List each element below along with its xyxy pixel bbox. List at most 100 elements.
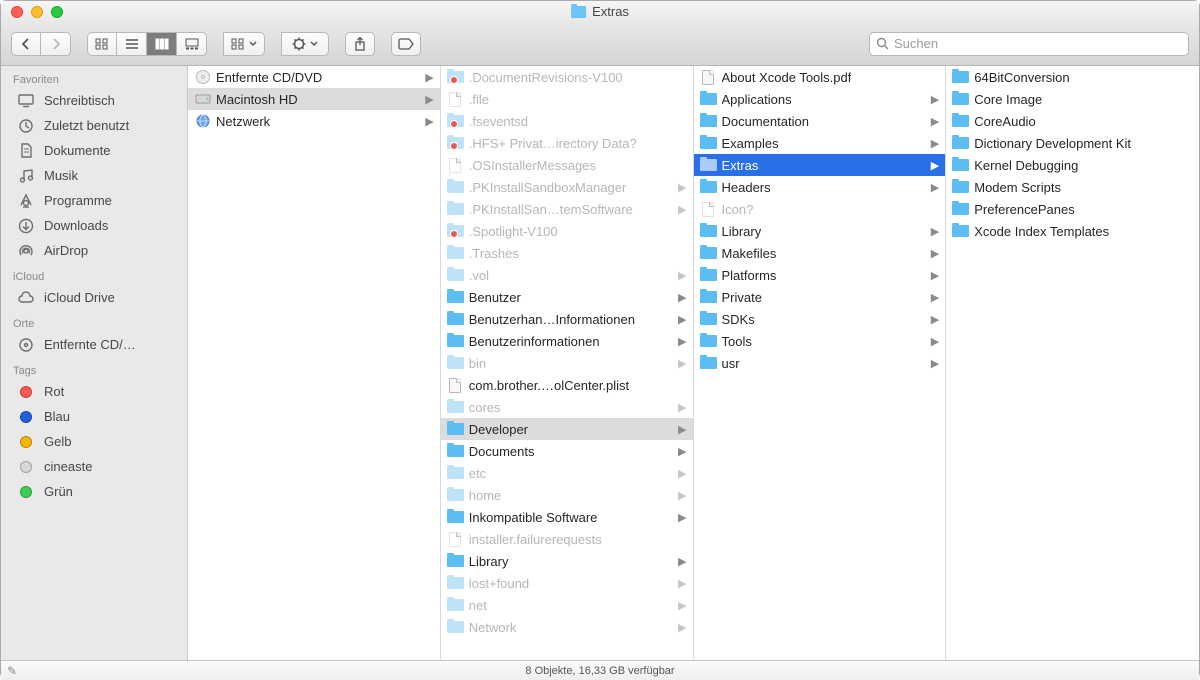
column-view-button[interactable]	[147, 32, 177, 56]
list-item[interactable]: com.brother.…olCenter.plist	[441, 374, 693, 396]
list-item[interactable]: .DocumentRevisions-V100	[441, 66, 693, 88]
sidebar-item[interactable]: iCloud Drive	[1, 285, 187, 310]
icon-view-button[interactable]	[87, 32, 117, 56]
sidebar-item-label: Musik	[44, 168, 78, 183]
list-item[interactable]: Kernel Debugging	[946, 154, 1199, 176]
status-text: 8 Objekte, 16,33 GB verfügbar	[525, 665, 674, 677]
list-item[interactable]: Library▶	[441, 550, 693, 572]
folder-icon	[447, 334, 464, 348]
minimize-icon[interactable]	[31, 6, 43, 18]
list-item[interactable]: CoreAudio	[946, 110, 1199, 132]
forward-button[interactable]	[41, 32, 71, 56]
list-item[interactable]: .HFS+ Privat…irectory Data?	[441, 132, 693, 154]
list-item[interactable]: .Trashes	[441, 242, 693, 264]
list-item[interactable]: Applications▶	[694, 88, 946, 110]
edit-icon[interactable]: ✎	[7, 664, 17, 678]
list-item[interactable]: Documentation▶	[694, 110, 946, 132]
group-button[interactable]	[223, 32, 265, 56]
share-button[interactable]	[345, 32, 375, 56]
folder-icon	[447, 576, 464, 590]
list-item[interactable]: Xcode Index Templates	[946, 220, 1199, 242]
gallery-view-button[interactable]	[177, 32, 207, 56]
chevron-right-icon: ▶	[931, 313, 939, 326]
tag-icon	[17, 385, 34, 399]
list-item[interactable]: Developer▶	[441, 418, 693, 440]
list-item[interactable]: Inkompatible Software▶	[441, 506, 693, 528]
title-text: Extras	[592, 4, 629, 19]
list-item[interactable]: Benutzerinformationen▶	[441, 330, 693, 352]
list-item[interactable]: Headers▶	[694, 176, 946, 198]
list-item[interactable]: Core Image	[946, 88, 1199, 110]
item-label: Icon?	[722, 202, 754, 217]
list-item[interactable]: etc▶	[441, 462, 693, 484]
sidebar-item-label: Gelb	[44, 434, 71, 449]
item-label: .Spotlight-V100	[469, 224, 558, 239]
chevron-right-icon: ▶	[678, 313, 686, 326]
sidebar-item[interactable]: Downloads	[1, 213, 187, 238]
sidebar-item[interactable]: cineaste	[1, 454, 187, 479]
back-button[interactable]	[11, 32, 41, 56]
sidebar-item[interactable]: Zuletzt benutzt	[1, 113, 187, 138]
list-item[interactable]: .OSInstallerMessages	[441, 154, 693, 176]
list-item[interactable]: net▶	[441, 594, 693, 616]
list-item[interactable]: Network▶	[441, 616, 693, 638]
disc-icon	[17, 338, 34, 352]
list-item[interactable]: Platforms▶	[694, 264, 946, 286]
list-item[interactable]: About Xcode Tools.pdf	[694, 66, 946, 88]
close-icon[interactable]	[11, 6, 23, 18]
list-item[interactable]: Benutzerhan…Informationen▶	[441, 308, 693, 330]
list-item[interactable]: Entfernte CD/DVD▶	[188, 66, 440, 88]
list-item[interactable]: lost+found▶	[441, 572, 693, 594]
list-item[interactable]: Library▶	[694, 220, 946, 242]
item-label: .fseventsd	[469, 114, 528, 129]
list-view-button[interactable]	[117, 32, 147, 56]
list-item[interactable]: .PKInstallSan…temSoftware▶	[441, 198, 693, 220]
sidebar-item[interactable]: Grün	[1, 479, 187, 504]
list-item[interactable]: .PKInstallSandboxManager▶	[441, 176, 693, 198]
list-item[interactable]: Benutzer▶	[441, 286, 693, 308]
sidebar-item[interactable]: Gelb	[1, 429, 187, 454]
list-item[interactable]: .file	[441, 88, 693, 110]
list-item[interactable]: Documents▶	[441, 440, 693, 462]
list-item[interactable]: Tools▶	[694, 330, 946, 352]
sidebar-item[interactable]: Entfernte CD/…	[1, 332, 187, 357]
sidebar-item[interactable]: Dokumente	[1, 138, 187, 163]
item-label: Library	[469, 554, 509, 569]
sidebar-item[interactable]: Blau	[1, 404, 187, 429]
column: Entfernte CD/DVD▶Macintosh HD▶Netzwerk▶	[188, 66, 441, 660]
list-item[interactable]: Netzwerk▶	[188, 110, 440, 132]
list-item[interactable]: .fseventsd	[441, 110, 693, 132]
sidebar-item[interactable]: Programme	[1, 188, 187, 213]
list-item[interactable]: Makefiles▶	[694, 242, 946, 264]
list-item[interactable]: cores▶	[441, 396, 693, 418]
list-item[interactable]: PreferencePanes	[946, 198, 1199, 220]
list-item[interactable]: Modem Scripts	[946, 176, 1199, 198]
sidebar-item[interactable]: Rot	[1, 379, 187, 404]
sidebar-item[interactable]: Schreibtisch	[1, 88, 187, 113]
list-item[interactable]: Dictionary Development Kit	[946, 132, 1199, 154]
list-item[interactable]: SDKs▶	[694, 308, 946, 330]
zoom-icon[interactable]	[51, 6, 63, 18]
search-input[interactable]	[894, 36, 1182, 51]
list-item[interactable]: Macintosh HD▶	[188, 88, 440, 110]
list-item[interactable]: 64BitConversion	[946, 66, 1199, 88]
item-label: Headers	[722, 180, 771, 195]
sidebar-item[interactable]: Musik	[1, 163, 187, 188]
list-item[interactable]: .vol▶	[441, 264, 693, 286]
item-label: home	[469, 488, 502, 503]
list-item[interactable]: usr▶	[694, 352, 946, 374]
list-item[interactable]: bin▶	[441, 352, 693, 374]
list-item[interactable]: home▶	[441, 484, 693, 506]
tag-button[interactable]	[391, 32, 421, 56]
sidebar-item[interactable]: AirDrop	[1, 238, 187, 263]
list-item[interactable]: Examples▶	[694, 132, 946, 154]
action-button[interactable]	[281, 32, 329, 56]
search-field[interactable]	[869, 32, 1189, 56]
list-item[interactable]: Private▶	[694, 286, 946, 308]
sidebar-item-label: iCloud Drive	[44, 290, 115, 305]
list-item[interactable]: Icon?	[694, 198, 946, 220]
list-item[interactable]: Extras▶	[694, 154, 946, 176]
list-item[interactable]: installer.failurerequests	[441, 528, 693, 550]
folder-icon	[700, 268, 717, 282]
list-item[interactable]: .Spotlight-V100	[441, 220, 693, 242]
